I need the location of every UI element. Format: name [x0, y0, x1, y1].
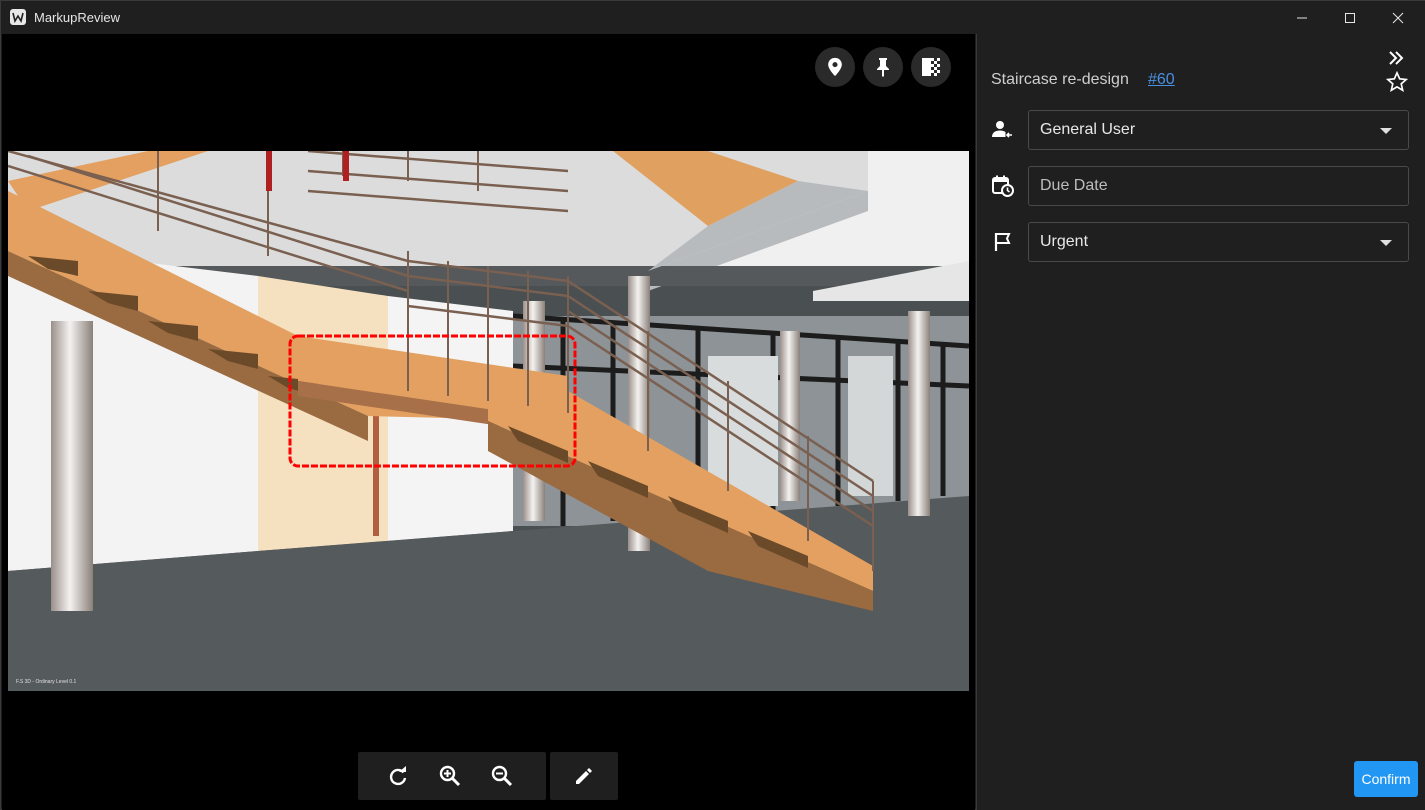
app-title: MarkupReview — [34, 10, 120, 25]
star-icon — [1386, 71, 1408, 92]
pencil-icon — [576, 768, 592, 784]
zoom-in-button[interactable] — [424, 752, 476, 800]
due-date-field[interactable]: Due Date — [1028, 166, 1409, 206]
location-pin-icon — [828, 57, 842, 77]
collapse-panel-button[interactable] — [1385, 48, 1407, 68]
compare-button[interactable] — [911, 47, 951, 87]
maximize-button[interactable] — [1327, 1, 1373, 34]
location-button[interactable] — [815, 47, 855, 87]
double-chevron-right-icon — [1389, 51, 1404, 65]
pin-button[interactable] — [863, 47, 903, 87]
priority-dropdown[interactable]: Urgent — [1028, 222, 1409, 262]
staircase-render-image[interactable]: F.S 3D - Ordinary Level 0.1 — [8, 151, 969, 691]
assignee-value: General User — [1040, 121, 1136, 138]
view-toolbar — [358, 752, 546, 800]
minimize-icon — [1297, 17, 1307, 18]
rotate-icon — [389, 766, 407, 786]
issue-title: Staircase re-design — [991, 71, 1129, 88]
title-bar: MarkupReview — [1, 1, 1425, 34]
close-button[interactable] — [1375, 1, 1421, 34]
flag-icon — [991, 230, 1015, 254]
push-pin-icon — [877, 58, 889, 77]
rotate-button[interactable] — [372, 752, 424, 800]
zoom-in-icon — [439, 765, 461, 787]
due-date-placeholder: Due Date — [1040, 177, 1108, 194]
assignee-dropdown[interactable]: General User — [1028, 110, 1409, 150]
dropdown-arrow-icon — [1380, 128, 1392, 134]
confirm-button[interactable]: Confirm — [1354, 761, 1418, 797]
app-window: MarkupReview F.S 3D - Ordinary Level 0.1… — [0, 0, 1425, 810]
dropdown-arrow-icon — [1380, 240, 1392, 246]
issue-details-panel: Staircase re-design #60 General User Due… — [976, 34, 1425, 810]
markup-viewer: F.S 3D - Ordinary Level 0.1 — [2, 34, 975, 810]
image-caption: F.S 3D - Ordinary Level 0.1 — [16, 679, 77, 685]
minimize-button[interactable] — [1279, 1, 1325, 34]
zoom-out-button[interactable] — [476, 752, 528, 800]
zoom-out-icon — [491, 765, 513, 787]
maximize-icon — [1345, 12, 1355, 23]
compare-overlay-icon — [922, 58, 940, 76]
priority-value: Urgent — [1040, 233, 1089, 250]
issue-number-link[interactable]: #60 — [1148, 71, 1175, 89]
edit-toolbar — [550, 752, 618, 800]
calendar-clock-icon — [991, 174, 1015, 198]
favorite-button[interactable] — [1385, 70, 1409, 94]
close-icon — [1392, 12, 1404, 23]
app-logo-icon — [10, 9, 26, 25]
draw-markup-button[interactable] — [558, 752, 610, 800]
assignee-icon — [991, 118, 1015, 142]
